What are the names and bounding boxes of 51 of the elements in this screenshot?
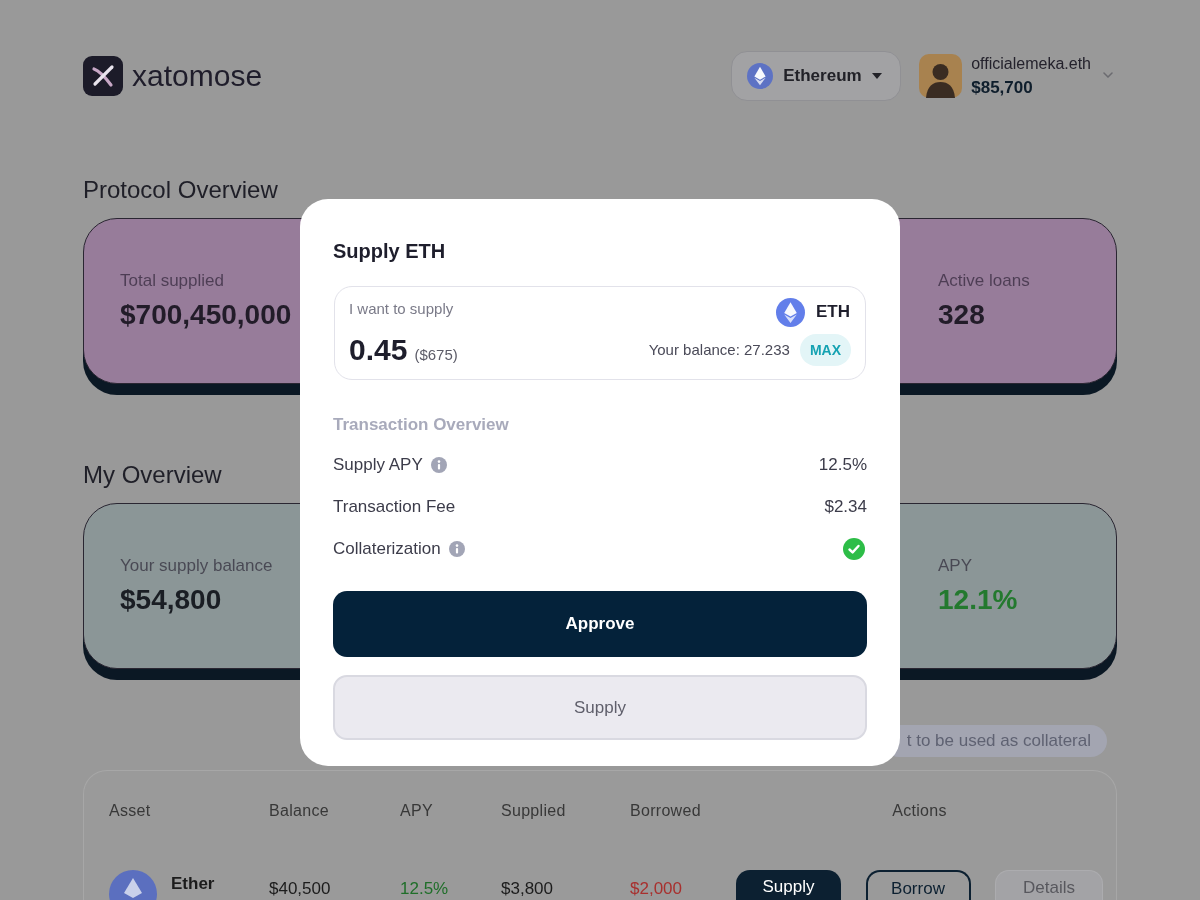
column-header: Balance	[269, 801, 329, 821]
account-name: officialemeka.eth	[971, 54, 1091, 74]
action-button[interactable]: Supply	[736, 870, 841, 900]
field-label: I want to supply	[349, 299, 454, 319]
chevron-down-icon[interactable]	[1103, 72, 1113, 78]
modal-button[interactable]: Approve	[333, 591, 867, 657]
table-cell: $40,500	[269, 879, 331, 900]
brand-name: xatomose	[132, 58, 263, 94]
table-cell: $3,800	[501, 879, 553, 900]
network-name: Ethereum	[783, 65, 863, 88]
section-title: My Overview	[83, 460, 222, 490]
fiat-value: ($675)	[414, 345, 458, 365]
column-header: Borrowed	[630, 801, 701, 821]
stat-value: 328	[938, 297, 985, 332]
detail-label: Supply APY	[333, 454, 423, 477]
stat-label: APY	[938, 555, 973, 576]
stat-value: $700,450,000	[120, 297, 292, 332]
network-selector[interactable]: Ethereum	[731, 51, 902, 101]
stat-value: 12.1%	[938, 582, 1018, 617]
modal-title: Supply ETH	[333, 239, 446, 264]
logo-icon	[83, 56, 123, 96]
stat-label: Total supplied	[120, 270, 224, 291]
wallet-balance: Your balance: 27.233	[648, 339, 790, 360]
section-title: Protocol Overview	[83, 175, 278, 205]
caret-icon	[872, 73, 883, 79]
table-cell: 12.5%	[400, 879, 449, 900]
table-cell: $2,000	[630, 879, 682, 900]
column-header: Supplied	[501, 801, 566, 821]
detail-label: Transaction Fee	[333, 496, 456, 519]
stat-label: Active loans	[938, 270, 1030, 291]
section-heading: Transaction Overview	[333, 414, 509, 436]
stat-value: $54,800	[120, 582, 222, 617]
detail-value: 12.5%	[818, 454, 867, 477]
amount-value: 0.45	[349, 333, 408, 367]
ethereum-icon	[776, 297, 805, 327]
avatar-icon[interactable]	[919, 54, 963, 98]
column-header: APY	[400, 801, 433, 821]
detail-label: Collaterization	[333, 538, 441, 561]
amount-input-box[interactable]: I want to supply ETH 0.45 ($675) Your balance: 27.233 MAX	[334, 286, 866, 380]
token-symbol: ETH	[816, 301, 850, 324]
column-header: Asset	[109, 801, 151, 821]
info-icon[interactable]	[430, 457, 447, 473]
info-icon[interactable]	[448, 541, 465, 557]
asset-name: Ether	[171, 874, 215, 894]
ethereum-icon	[109, 870, 157, 900]
detail-value: $2.34	[824, 496, 867, 519]
ethereum-icon	[747, 63, 774, 89]
account-balance: $85,700	[971, 77, 1034, 99]
column-header: Actions	[892, 801, 947, 821]
stat-label: Your supply balance	[120, 555, 273, 576]
action-button[interactable]: Borrow	[865, 870, 971, 900]
